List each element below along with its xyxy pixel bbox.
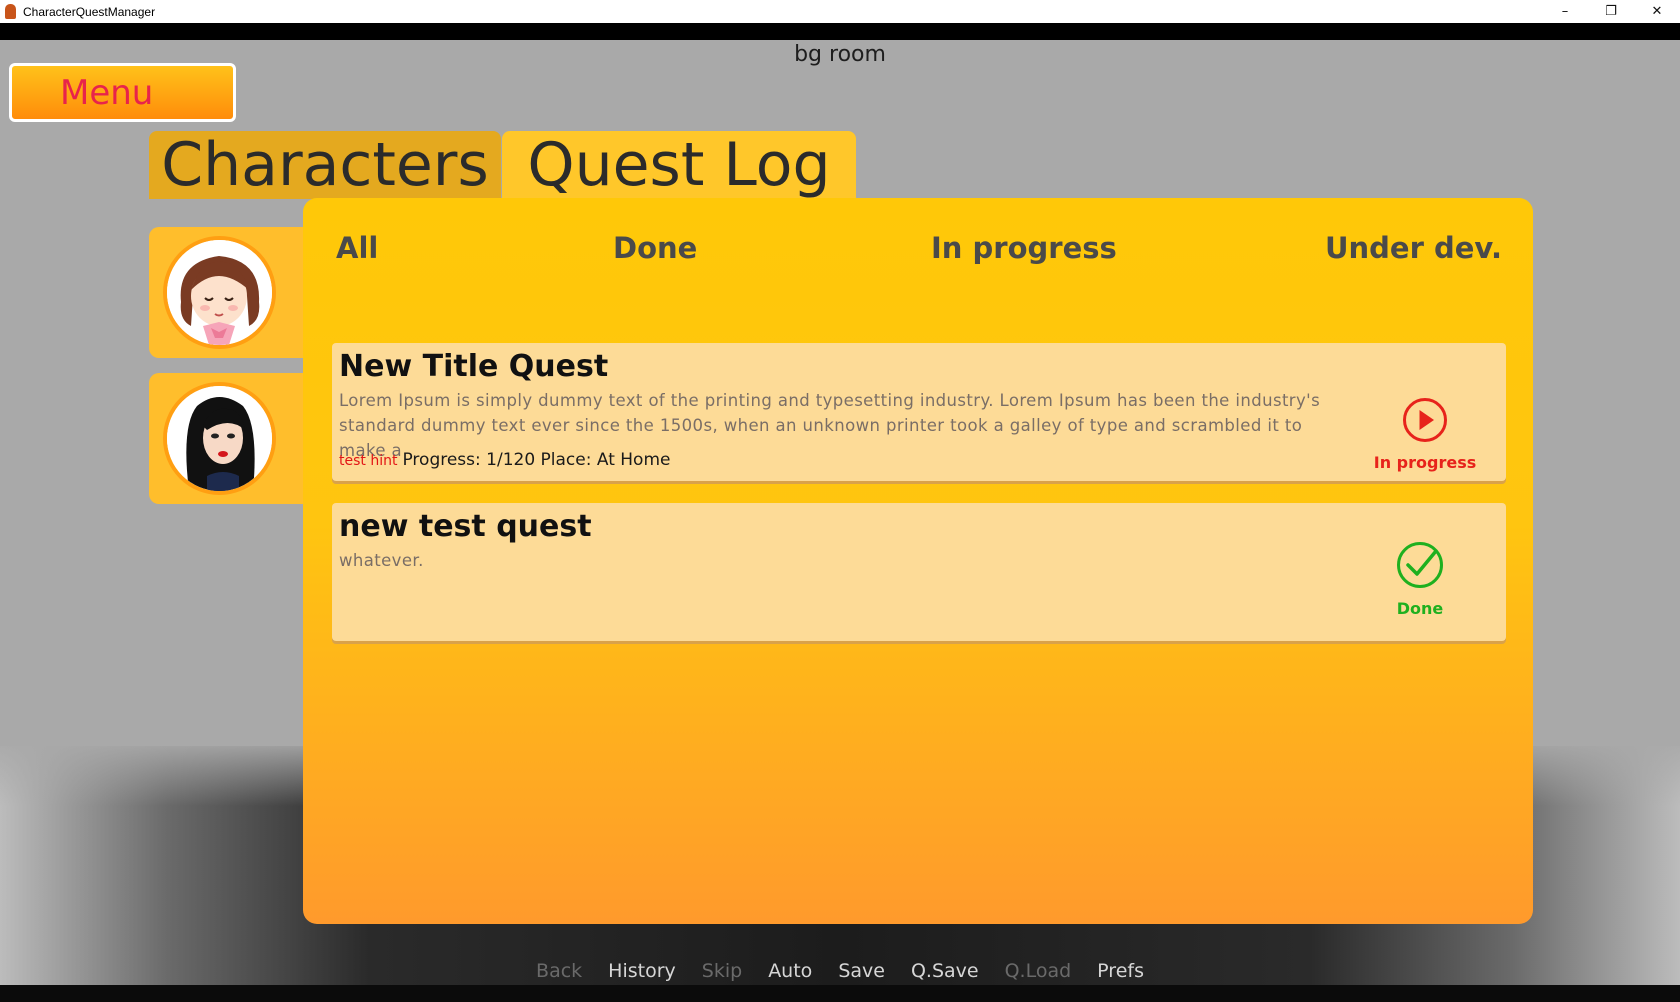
app-icon — [5, 4, 16, 19]
background-label: bg room — [794, 42, 886, 67]
quick-menu-auto[interactable]: Auto — [768, 960, 812, 982]
close-icon[interactable]: ✕ — [1634, 0, 1680, 23]
quest-item[interactable]: new test quest whatever. Done — [332, 503, 1506, 641]
minimize-icon[interactable]: – — [1542, 0, 1588, 23]
quest-meta: test hint Progress: 1/120 Place: At Home — [339, 450, 670, 470]
filter-under-dev[interactable]: Under dev. — [1325, 231, 1502, 265]
quest-log-panel: All Done In progress Under dev. New Titl… — [303, 198, 1533, 924]
restore-icon[interactable]: ❐ — [1588, 0, 1634, 23]
quick-menu-qsave[interactable]: Q.Save — [911, 960, 979, 982]
quest-status: In progress — [1370, 397, 1480, 472]
tab-quest-log[interactable]: Quest Log — [502, 130, 856, 200]
filter-done[interactable]: Done — [613, 231, 697, 265]
quest-status-label: Done — [1396, 599, 1444, 618]
check-circle-icon — [1396, 541, 1444, 593]
avatar — [163, 382, 276, 495]
filter-in-progress[interactable]: In progress — [931, 231, 1117, 265]
window-titlebar: CharacterQuestManager – ❐ ✕ — [0, 0, 1680, 23]
quick-menu-skip[interactable]: Skip — [702, 960, 742, 982]
quick-menu-save[interactable]: Save — [838, 960, 885, 982]
quest-title: new test quest — [339, 509, 592, 544]
tab-characters[interactable]: Characters — [149, 130, 501, 200]
quest-title: New Title Quest — [339, 349, 609, 384]
quick-menu-history[interactable]: History — [608, 960, 676, 982]
character-card[interactable] — [149, 373, 309, 504]
window-controls: – ❐ ✕ — [1542, 0, 1680, 23]
quest-filter-bar: All Done In progress Under dev. — [303, 198, 1533, 294]
avatar — [163, 236, 276, 349]
filter-all[interactable]: All — [336, 231, 378, 265]
play-circle-icon — [1402, 397, 1448, 447]
quest-description: whatever. — [339, 551, 424, 570]
quest-item[interactable]: New Title Quest Lorem Ipsum is simply du… — [332, 343, 1506, 481]
quick-menu-back[interactable]: Back — [536, 960, 582, 982]
quick-menu: Back History Skip Auto Save Q.Save Q.Loa… — [0, 960, 1680, 982]
bottom-strip — [0, 985, 1680, 1002]
menu-button[interactable]: Menu — [9, 63, 236, 122]
quest-hint: test hint — [339, 453, 398, 469]
game-stage: bg room Menu Characters Quest Log All Do… — [0, 40, 1680, 985]
quest-status-label: In progress — [1373, 453, 1477, 472]
quick-menu-prefs[interactable]: Prefs — [1097, 960, 1144, 982]
window-title: CharacterQuestManager — [23, 4, 156, 19]
character-card[interactable] — [149, 227, 309, 358]
quest-status: Done — [1365, 541, 1475, 618]
quest-progress-place: Progress: 1/120 Place: At Home — [402, 450, 671, 470]
quick-menu-qload[interactable]: Q.Load — [1005, 960, 1072, 982]
